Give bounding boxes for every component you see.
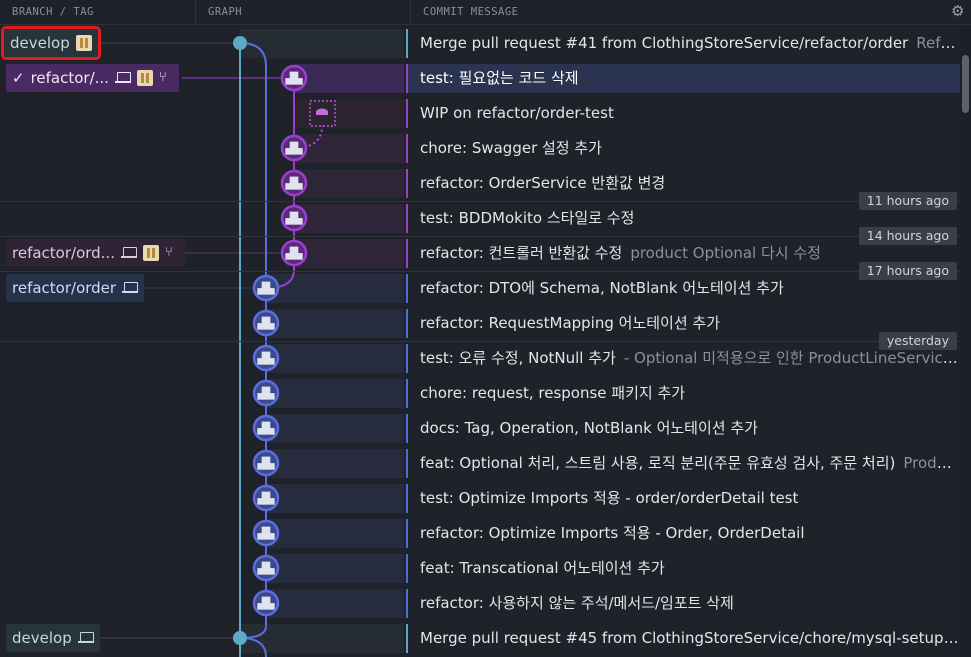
laptop-icon (114, 72, 131, 84)
scrollbar-thumb[interactable] (962, 55, 969, 113)
commit-message[interactable]: Merge pull request #41 from ClothingStor… (406, 29, 960, 58)
time-badge: 14 hours ago (858, 227, 957, 245)
commit-message[interactable]: chore: request, response 패키지 추가 (406, 379, 960, 408)
repository-icon (75, 35, 92, 51)
repository-icon (142, 245, 159, 261)
branch-label-develop[interactable]: develop (1, 26, 101, 60)
commit-summary: Merge pull request #41 from ClothingStor… (420, 34, 909, 52)
commit-summary: feat: Transcational 어노테이션 추가 (420, 559, 665, 577)
gear-icon[interactable]: ⚙ (951, 3, 967, 19)
commit-row[interactable]: refactor: Optimize Imports 적용 - Order, O… (0, 516, 960, 551)
commit-description: Produ... (903, 454, 960, 472)
branch-label-refactor-current[interactable]: ✓ refactor/... ⑂ (6, 64, 179, 92)
commit-summary: Merge pull request #45 from ClothingStor… (420, 629, 944, 647)
commit-message[interactable]: docs: Tag, Operation, NotBlank 어노테이션 추가 (406, 414, 960, 443)
commit-row[interactable]: test: Optimize Imports 적용 - order/orderD… (0, 481, 960, 516)
commit-row[interactable]: docs: Tag, Operation, NotBlank 어노테이션 추가 (0, 411, 960, 446)
commit-summary: chore: request, response 패키지 추가 (420, 384, 686, 402)
time-badge: 11 hours ago (858, 192, 957, 210)
commit-description: product Optional 다시 수정 (630, 244, 821, 262)
commit-summary: feat: Optional 처리, 스트림 사용, 로직 분리(주문 유효성 … (420, 454, 896, 472)
commit-row[interactable]: test: BDDMokito 스타일로 수정 (0, 201, 960, 236)
commit-row[interactable]: chore: request, response 패키지 추가 (0, 376, 960, 411)
commit-row[interactable]: feat: Optional 처리, 스트림 사용, 로직 분리(주문 유효성 … (0, 446, 960, 481)
time-badge: 17 hours ago (858, 262, 957, 280)
time-badge: yesterday (878, 332, 957, 350)
branch-label-develop-bottom[interactable]: develop (6, 624, 100, 652)
commit-row[interactable]: develop Merge pull request #45 from Clot… (0, 621, 960, 656)
branch-label-refactor-order[interactable]: refactor/order (6, 274, 145, 302)
commit-row[interactable]: feat: Transcational 어노테이션 추가 (0, 551, 960, 586)
laptop-icon (120, 247, 137, 259)
commit-summary: refactor: DTO에 Schema, NotBlank 어노테이션 추가 (420, 279, 784, 297)
branch-name: refactor/ord... (12, 244, 115, 262)
commit-row[interactable]: develop Merge pull request #41 from Clot… (0, 26, 960, 61)
commit-message[interactable]: test: 필요없는 코드 삭제 (406, 64, 960, 93)
commit-summary: chore: Swagger 설정 추가 (420, 139, 602, 157)
commit-summary: test: BDDMokito 스타일로 수정 (420, 209, 635, 227)
branch-icon: ⑂ (158, 70, 167, 85)
commit-message[interactable]: feat: Optional 처리, 스트림 사용, 로직 분리(주문 유효성 … (406, 449, 960, 478)
commit-summary: refactor: 컨트롤러 반환값 수정 (420, 244, 623, 262)
commit-summary: refactor: Optimize Imports 적용 - Order, O… (420, 524, 805, 542)
commit-summary: WIP on refactor/order-test (420, 104, 614, 122)
laptop-icon (122, 282, 139, 294)
commit-summary: test: Optimize Imports 적용 - order/orderD… (420, 489, 799, 507)
commit-row[interactable]: refactor: OrderService 반환값 변경 (0, 166, 960, 201)
commit-row-wip[interactable]: WIP on refactor/order-test (0, 96, 960, 131)
commit-message[interactable]: refactor: RequestMapping 어노테이션 추가 (406, 309, 960, 338)
commit-message[interactable]: refactor: Optimize Imports 적용 - Order, O… (406, 519, 960, 548)
branch-name: refactor/order (12, 279, 117, 297)
branch-name: develop (10, 34, 70, 52)
commit-summary: test: 필요없는 코드 삭제 (420, 69, 579, 87)
commit-row[interactable]: refactor: 사용하지 않는 주석/메서드/임포트 삭제 (0, 586, 960, 621)
commit-message[interactable]: refactor: 사용하지 않는 주석/메서드/임포트 삭제 (406, 589, 960, 618)
commit-row[interactable]: refactor/order refactor: DTO에 Schema, No… (0, 271, 960, 306)
commit-row-selected[interactable]: ✓ refactor/... ⑂ test: 필요없는 코드 삭제 (0, 61, 960, 96)
commit-row[interactable]: refactor: RequestMapping 어노테이션 추가 (0, 306, 960, 341)
checkmark-icon: ✓ (12, 69, 25, 87)
branch-icon: ⑂ (164, 245, 173, 260)
graph-column-header[interactable]: GRAPH (195, 0, 410, 25)
commit-summary: docs: Tag, Operation, NotBlank 어노테이션 추가 (420, 419, 758, 437)
commit-message[interactable]: WIP on refactor/order-test (406, 99, 960, 128)
commit-description: Refactor/... (916, 34, 960, 52)
commit-description: - Optional 미적용으로 인한 ProductLineService .… (623, 349, 960, 367)
commit-message[interactable]: feat: Transcational 어노테이션 추가 (406, 554, 960, 583)
branch-name: develop (12, 629, 72, 647)
commit-message-column-header[interactable]: COMMIT MESSAGE (410, 0, 950, 25)
commit-row[interactable]: refactor/ord... ⑂ refactor: 컨트롤러 반환값 수정 p… (0, 236, 960, 271)
laptop-icon (77, 632, 94, 644)
commit-row[interactable]: chore: Swagger 설정 추가 (0, 131, 960, 166)
repository-icon (136, 70, 153, 86)
commit-summary: test: 오류 수정, NotNull 추가 (420, 349, 616, 367)
commit-message[interactable]: test: 오류 수정, NotNull 추가 - Optional 미적용으로 … (406, 344, 960, 373)
commit-row[interactable]: test: 오류 수정, NotNull 추가 - Optional 미적용으로 … (0, 341, 960, 376)
commit-message[interactable]: Merge pull request #45 from ClothingStor… (406, 624, 960, 653)
commit-message[interactable]: chore: Swagger 설정 추가 (406, 134, 960, 163)
commit-summary: refactor: OrderService 반환값 변경 (420, 174, 666, 192)
commit-summary: refactor: 사용하지 않는 주석/메서드/임포트 삭제 (420, 594, 734, 612)
commit-summary: refactor: RequestMapping 어노테이션 추가 (420, 314, 721, 332)
branch-name: refactor/... (30, 69, 109, 87)
vertical-scrollbar[interactable] (960, 25, 971, 657)
branch-label-refactor-orderdetail[interactable]: refactor/ord... ⑂ (6, 239, 185, 267)
column-header: BRANCH / TAG GRAPH COMMIT MESSAGE ⚙ (0, 0, 971, 25)
branch-tag-column-header[interactable]: BRANCH / TAG (0, 0, 195, 25)
commit-message[interactable]: test: Optimize Imports 적용 - order/orderD… (406, 484, 960, 513)
